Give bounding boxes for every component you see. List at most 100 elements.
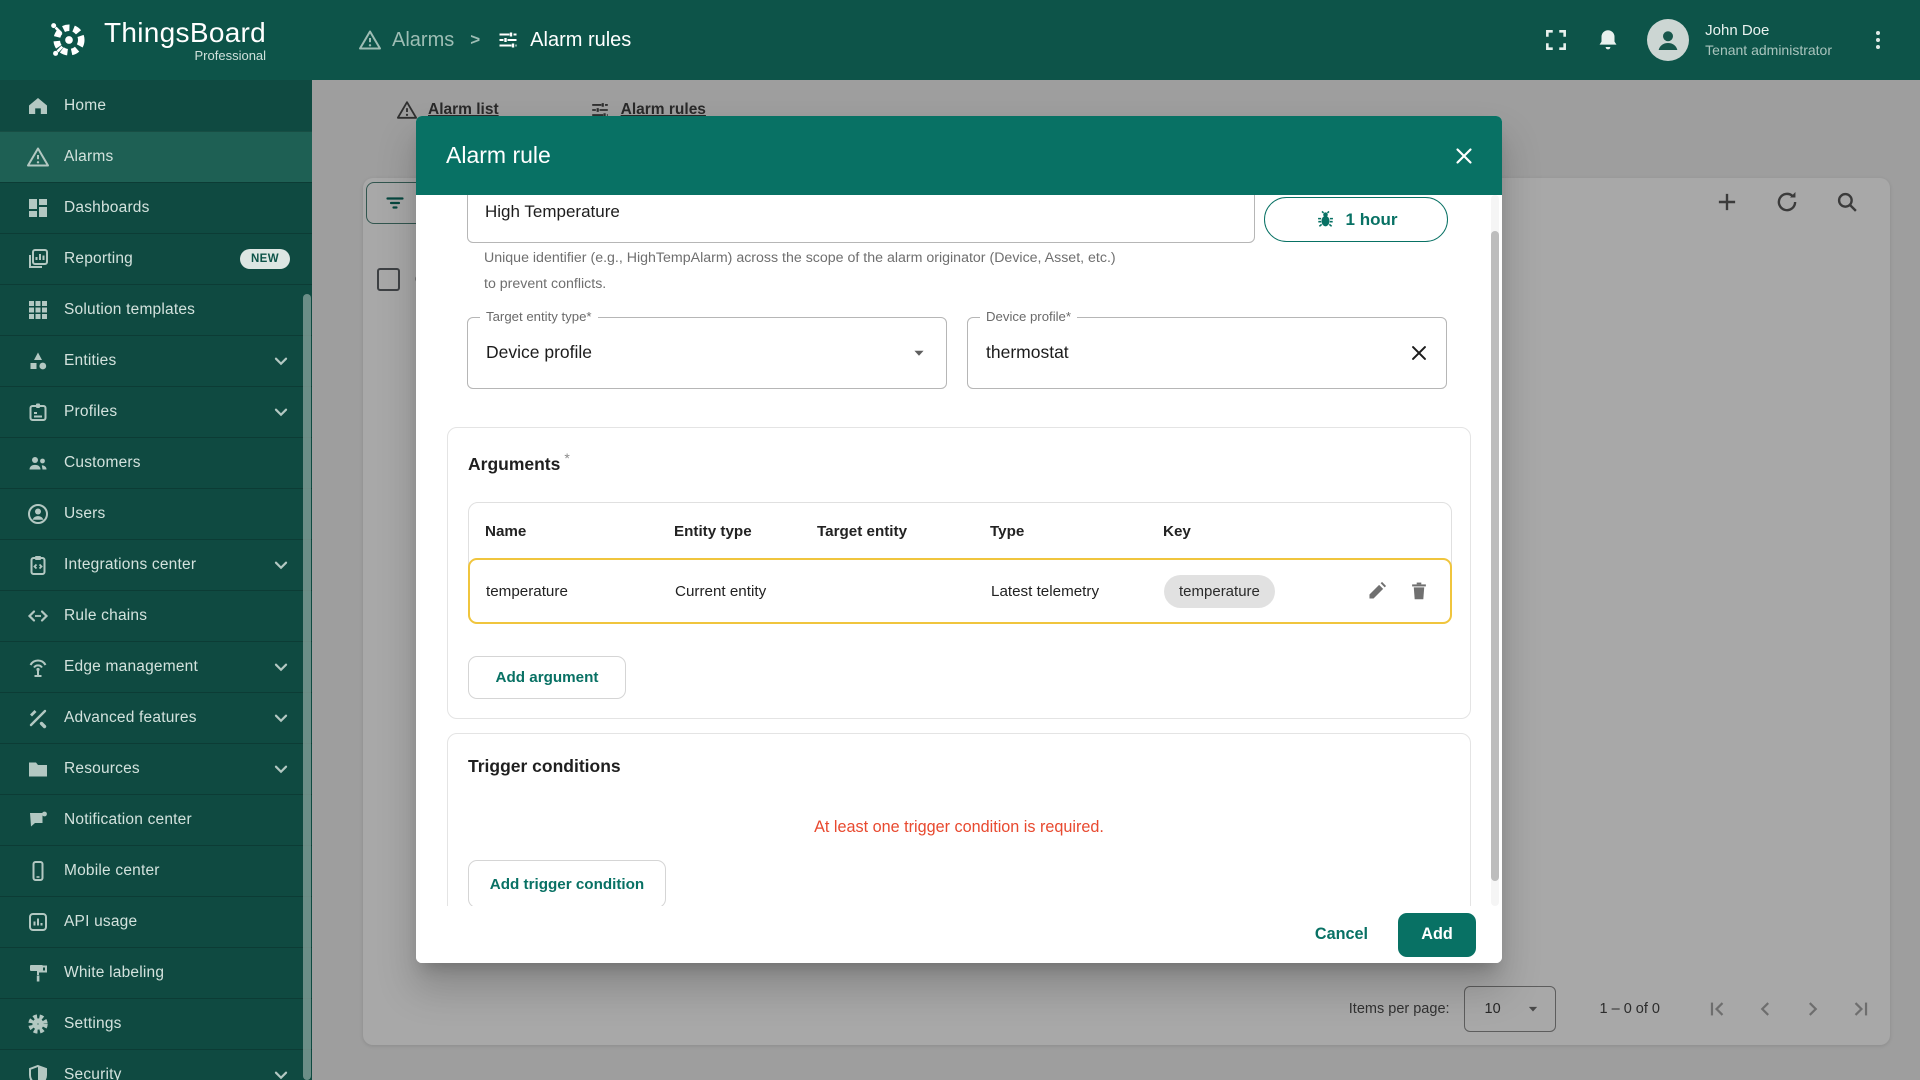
sidebar-item-rule-chains[interactable]: Rule chains	[0, 590, 312, 641]
sidebar-item-label: API usage	[64, 913, 138, 930]
sidebar-item-label: Resources	[64, 760, 140, 777]
sidebar-item-label: Advanced features	[64, 709, 197, 726]
rulechains-icon	[26, 604, 50, 628]
trash-icon	[1408, 580, 1430, 602]
dialog-body: High Temperature 1 hour Unique identifie…	[416, 195, 1502, 906]
edit-argument-button[interactable]	[1366, 580, 1388, 602]
chevron-down-icon	[270, 554, 292, 576]
breadcrumb-alarms[interactable]: Alarms	[358, 28, 454, 52]
sidebar-item-label: Security	[64, 1066, 122, 1080]
cancel-button[interactable]: Cancel	[1315, 925, 1368, 944]
add-button[interactable]: Add	[1398, 912, 1476, 957]
edge-icon	[26, 655, 50, 679]
avatar[interactable]	[1647, 19, 1690, 61]
add-argument-button[interactable]: Add argument	[468, 656, 626, 699]
user-name: John Doe	[1705, 22, 1770, 39]
kebab-icon	[1866, 28, 1890, 52]
arguments-section: Arguments * Name Entity type Target entit…	[447, 427, 1471, 719]
sidebar-item-profiles[interactable]: Profiles	[0, 386, 312, 437]
reporting-icon	[26, 247, 50, 271]
arguments-table: Name Entity type Target entity Type Key …	[468, 502, 1452, 624]
mobile-icon	[26, 859, 50, 883]
sidebar-item-integrations-center[interactable]: Integrations center	[0, 539, 312, 590]
bug-icon	[1315, 209, 1336, 230]
dialog-header: Alarm rule	[416, 116, 1502, 195]
sidebar-item-label: Home	[64, 96, 107, 114]
dropdown-arrow-icon[interactable]	[908, 342, 930, 364]
alarm-rule-name-input[interactable]: High Temperature	[467, 195, 1255, 243]
sidebar-item-api-usage[interactable]: API usage	[0, 896, 312, 947]
close-icon	[1452, 144, 1476, 168]
sidebar-item-entities[interactable]: Entities	[0, 335, 312, 386]
sidebar-item-label: Alarms	[64, 148, 114, 165]
sidebar-item-users[interactable]: Users	[0, 488, 312, 539]
sidebar-item-solution-templates[interactable]: Solution templates	[0, 284, 312, 335]
sidebar-item-label: Customers	[64, 454, 141, 471]
sidebar-item-label: Notification center	[64, 811, 192, 828]
dialog-scrollbar-thumb[interactable]	[1491, 231, 1499, 881]
clear-icon	[1408, 342, 1430, 364]
fullscreen-button[interactable]	[1543, 27, 1569, 53]
argument-row[interactable]: temperature Current entity Latest teleme…	[468, 558, 1452, 624]
breadcrumb-alarm-rules[interactable]: Alarm rules	[496, 28, 631, 52]
debug-duration-button[interactable]: 1 hour	[1264, 197, 1448, 242]
argument-key-chip: temperature	[1164, 574, 1275, 608]
clear-device-profile-button[interactable]	[1408, 342, 1430, 364]
chevron-down-icon	[270, 656, 292, 678]
warning-icon	[26, 145, 50, 169]
sidebar-item-security[interactable]: Security	[0, 1049, 312, 1080]
thingsboard-logo[interactable]: ThingsBoard Professional	[0, 17, 312, 63]
sidebar-item-settings[interactable]: Settings	[0, 998, 312, 1049]
sidebar-item-reporting[interactable]: Reporting NEW	[0, 233, 312, 284]
gear-icon	[26, 1012, 50, 1036]
sidebar-item-home[interactable]: Home	[0, 80, 312, 131]
delete-argument-button[interactable]	[1408, 580, 1430, 602]
sidebar-item-alarms[interactable]: Alarms	[0, 131, 312, 182]
device-profile-value: thermostat	[986, 342, 1069, 362]
chevron-down-icon	[270, 350, 292, 372]
target-entity-type-select[interactable]: Target entity type* Device profile	[467, 309, 947, 389]
user-icon	[26, 502, 50, 526]
chevron-down-icon	[270, 401, 292, 423]
top-bar: ThingsBoard Professional Alarms > Alarm …	[0, 0, 1920, 80]
sidebar-item-customers[interactable]: Customers	[0, 437, 312, 488]
sidebar-item-dashboards[interactable]: Dashboards	[0, 182, 312, 233]
sidebar-item-mobile-center[interactable]: Mobile center	[0, 845, 312, 896]
shield-icon	[26, 1063, 50, 1080]
logo-gear-icon	[46, 17, 92, 63]
sidebar-scrollbar[interactable]	[303, 294, 311, 1080]
name-helper-text: Unique identifier (e.g., HighTempAlarm) …	[484, 250, 1116, 292]
user-role: Tenant administrator	[1705, 42, 1832, 58]
sidebar-item-label: Reporting	[64, 250, 134, 267]
argument-name: temperature	[486, 582, 568, 600]
chevron-down-icon	[270, 1064, 292, 1080]
close-dialog-button[interactable]	[1452, 144, 1476, 168]
chevron-down-icon	[270, 758, 292, 780]
sidebar-item-white-labeling[interactable]: White labeling	[0, 947, 312, 998]
fullscreen-icon	[1543, 27, 1569, 53]
add-trigger-condition-button[interactable]: Add trigger condition	[468, 860, 666, 906]
alarm-rule-name-value: High Temperature	[485, 202, 620, 221]
dashboards-icon	[26, 196, 50, 220]
notifications-button[interactable]	[1595, 27, 1621, 53]
bell-icon	[1595, 27, 1621, 53]
sidebar-item-notification-center[interactable]: Notification center	[0, 794, 312, 845]
sidebar-item-advanced-features[interactable]: Advanced features	[0, 692, 312, 743]
user-menu-button[interactable]	[1866, 28, 1890, 52]
logo-subtitle: Professional	[194, 47, 267, 63]
new-badge: NEW	[239, 249, 290, 269]
sidebar-item-label: Edge management	[64, 658, 198, 675]
dialog-footer: Cancel Add	[416, 906, 1502, 963]
sidebar-item-edge-management[interactable]: Edge management	[0, 641, 312, 692]
sidebar-item-label: Mobile center	[64, 862, 160, 879]
home-icon	[26, 94, 50, 118]
pencil-icon	[1366, 580, 1388, 602]
sidebar-item-label: White labeling	[64, 964, 165, 981]
device-profile-field[interactable]: Device profile* thermostat	[967, 309, 1447, 389]
debug-duration-label: 1 hour	[1345, 209, 1398, 229]
profiles-icon	[26, 400, 50, 424]
sidebar-item-label: Rule chains	[64, 607, 148, 624]
tools-icon	[26, 706, 50, 730]
sidebar-item-resources[interactable]: Resources	[0, 743, 312, 794]
paint-icon	[26, 961, 50, 985]
